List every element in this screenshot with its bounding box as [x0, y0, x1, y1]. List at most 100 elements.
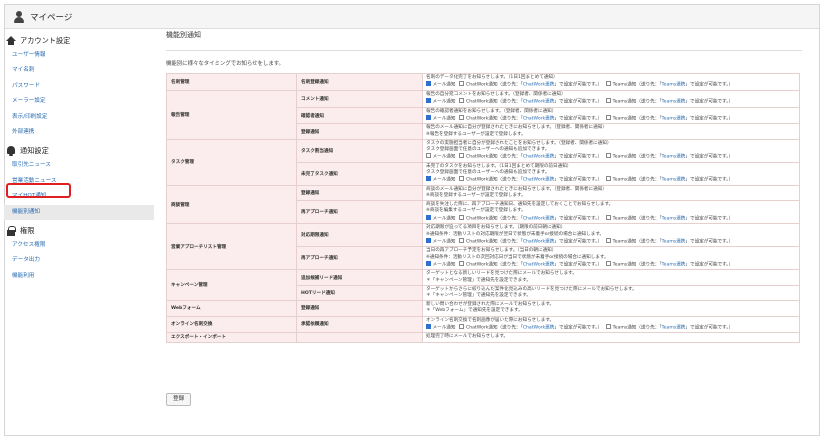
- chatwork-link[interactable]: ChatWork連携: [523, 262, 555, 267]
- chatwork-checkbox[interactable]: [459, 214, 465, 220]
- teams-label-end: 」で設定が可能です。）: [685, 116, 734, 122]
- mail-option[interactable]: メール通知: [426, 323, 455, 332]
- chatwork-checkbox[interactable]: [459, 153, 465, 159]
- teams-link[interactable]: Teams連携: [662, 216, 686, 221]
- item-cell: 登録通知: [296, 123, 423, 140]
- mail-checkbox[interactable]: [426, 176, 431, 182]
- sidebar-item[interactable]: マイ名刺: [0, 63, 154, 78]
- teams-checkbox[interactable]: [606, 214, 612, 220]
- sidebar-item[interactable]: アクセス権限: [0, 238, 154, 253]
- chatwork-option[interactable]: ChatWork通知（送り先：「ChatWork連携」で設定が可能です。）: [459, 176, 602, 184]
- description-cell: 当日の再アプローチ予定をお知らせします。（当日の朝に通知） ※通知条件：活動リスト…: [422, 246, 800, 271]
- mail-option[interactable]: メール通知: [426, 237, 455, 246]
- teams-option[interactable]: Teams通知（送り先：「Teams連携」で設定が可能です。）: [606, 153, 733, 161]
- divider: [166, 50, 802, 51]
- sidebar-item[interactable]: 表示/印刷設定: [0, 110, 154, 125]
- item-cell: 名刺登録通知: [296, 73, 423, 91]
- sidebar-item[interactable]: 機能利用: [0, 269, 154, 284]
- chatwork-link[interactable]: ChatWork連携: [523, 155, 555, 160]
- sidebar-item[interactable]: メーラー設定: [0, 94, 154, 109]
- chatwork-option[interactable]: ChatWork通知（送り先：「ChatWork連携」で設定が可能です。）: [459, 153, 602, 161]
- chatwork-option[interactable]: ChatWork通知（送り先：「ChatWork連携」で設定が可能です。）: [459, 98, 602, 106]
- teams-link[interactable]: Teams連携: [662, 83, 686, 88]
- sidebar-item[interactable]: データ出力: [0, 253, 154, 268]
- teams-option[interactable]: Teams通知（送り先：「Teams連携」で設定が可能です。）: [606, 214, 733, 223]
- mail-checkbox[interactable]: [426, 237, 431, 243]
- teams-link[interactable]: Teams連携: [662, 178, 686, 183]
- mail-checkbox[interactable]: [426, 114, 431, 120]
- chatwork-link[interactable]: ChatWork連携: [523, 83, 555, 88]
- chatwork-checkbox[interactable]: [459, 176, 465, 182]
- teams-label: Teams通知（送り先：「: [612, 216, 662, 222]
- save-button[interactable]: 登録: [166, 393, 192, 406]
- teams-option[interactable]: Teams通知（送り先：「Teams連携」で設定が可能です。）: [606, 323, 733, 332]
- teams-option[interactable]: Teams通知（送り先：「Teams連携」で設定が可能です。）: [606, 237, 733, 246]
- chatwork-link[interactable]: ChatWork連携: [523, 325, 555, 330]
- teams-checkbox[interactable]: [606, 114, 612, 120]
- chatwork-option[interactable]: ChatWork通知（送り先：「ChatWork連携」で設定が可能です。）: [459, 323, 602, 332]
- chatwork-label-end: 」で設定が可能です。）: [554, 239, 603, 245]
- chatwork-label: ChatWork通知（送り先：「: [465, 99, 523, 105]
- teams-label: Teams通知（送り先：「: [612, 116, 662, 122]
- mail-option[interactable]: メール通知: [426, 260, 455, 269]
- teams-link[interactable]: Teams連携: [662, 155, 686, 160]
- teams-option[interactable]: Teams通知（送り先：「Teams連携」で設定が可能です。）: [606, 114, 734, 123]
- chatwork-checkbox[interactable]: [459, 114, 465, 120]
- sidebar-section-title: 権限: [20, 225, 35, 235]
- chatwork-option[interactable]: ChatWork通知（送り先：「ChatWork連携」で設定が可能です。）: [459, 214, 602, 223]
- chatwork-link[interactable]: ChatWork連携: [523, 116, 555, 121]
- teams-option[interactable]: Teams通知（送り先：「Teams連携」で設定が可能です。）: [606, 98, 733, 106]
- mail-checkbox[interactable]: [426, 323, 431, 329]
- sidebar-item[interactable]: 機能別通知: [4, 204, 154, 220]
- description-cell: 新しい問い合わせが登録された際にメールでお知らせします。 ＊「Webフォーム」で通…: [422, 300, 800, 317]
- mail-option[interactable]: メール通知: [426, 81, 455, 89]
- chatwork-option[interactable]: ChatWork通知（送り先：「ChatWork連携」で設定が可能です。）: [459, 114, 602, 123]
- sidebar-item[interactable]: ユーザー情報: [0, 48, 154, 63]
- chatwork-checkbox[interactable]: [459, 81, 465, 87]
- teams-link[interactable]: Teams連携: [662, 262, 686, 267]
- teams-checkbox[interactable]: [606, 323, 612, 329]
- item-cell: 登録通知: [296, 300, 423, 317]
- teams-checkbox[interactable]: [606, 153, 612, 159]
- chatwork-link[interactable]: ChatWork連携: [523, 99, 555, 104]
- chatwork-link[interactable]: ChatWork連携: [523, 239, 555, 244]
- chatwork-option[interactable]: ChatWork通知（送り先：「ChatWork連携」で設定が可能です。）: [459, 260, 602, 269]
- teams-checkbox[interactable]: [606, 98, 612, 104]
- teams-link[interactable]: Teams連携: [662, 325, 686, 330]
- mail-option[interactable]: メール通知: [426, 176, 455, 184]
- teams-checkbox[interactable]: [606, 260, 612, 266]
- chatwork-label: ChatWork通知（送り先：「: [465, 262, 523, 268]
- chatwork-checkbox[interactable]: [459, 237, 465, 243]
- mail-checkbox[interactable]: [426, 98, 431, 104]
- chatwork-checkbox[interactable]: [459, 98, 465, 104]
- sidebar-item[interactable]: 外部連携: [0, 125, 154, 140]
- teams-link[interactable]: Teams連携: [662, 99, 686, 104]
- chatwork-checkbox[interactable]: [459, 260, 465, 266]
- chatwork-checkbox[interactable]: [459, 323, 465, 329]
- mail-checkbox[interactable]: [426, 153, 431, 159]
- teams-option[interactable]: Teams通知（送り先：「Teams連携」で設定が可能です。）: [606, 81, 733, 89]
- mail-option[interactable]: メール通知: [426, 114, 455, 123]
- description-cell: 商談を失注した際に、再アプローチ通知日、通知先を設定しておくことでお知らせします…: [422, 200, 800, 225]
- teams-link[interactable]: Teams連携: [662, 239, 686, 244]
- chatwork-link[interactable]: ChatWork連携: [523, 178, 555, 183]
- teams-checkbox[interactable]: [606, 237, 612, 243]
- mail-checkbox[interactable]: [426, 214, 431, 220]
- page-title: マイページ: [30, 12, 73, 23]
- teams-option[interactable]: Teams通知（送り先：「Teams連携」で設定が可能です。）: [606, 260, 733, 269]
- chatwork-link[interactable]: ChatWork連携: [523, 216, 555, 221]
- teams-checkbox[interactable]: [606, 81, 612, 87]
- item-cell: HOTリード通知: [296, 284, 423, 302]
- mail-checkbox[interactable]: [426, 260, 431, 266]
- mail-checkbox[interactable]: [426, 81, 431, 87]
- mail-option[interactable]: メール通知: [426, 98, 455, 106]
- sidebar-item[interactable]: パスワード: [0, 79, 154, 94]
- chatwork-option[interactable]: ChatWork通知（送り先：「ChatWork連携」で設定が可能です。）: [459, 81, 602, 89]
- mail-option[interactable]: メール通知: [426, 214, 455, 223]
- teams-checkbox[interactable]: [606, 176, 612, 182]
- chatwork-option[interactable]: ChatWork通知（送り先：「ChatWork連携」で設定が可能です。）: [459, 237, 603, 246]
- sidebar-item[interactable]: 取引先ニュース: [0, 158, 154, 173]
- teams-link[interactable]: Teams連携: [662, 116, 686, 121]
- teams-option[interactable]: Teams通知（送り先：「Teams連携」で設定が可能です。）: [606, 176, 733, 184]
- mail-option[interactable]: メール通知: [426, 153, 455, 161]
